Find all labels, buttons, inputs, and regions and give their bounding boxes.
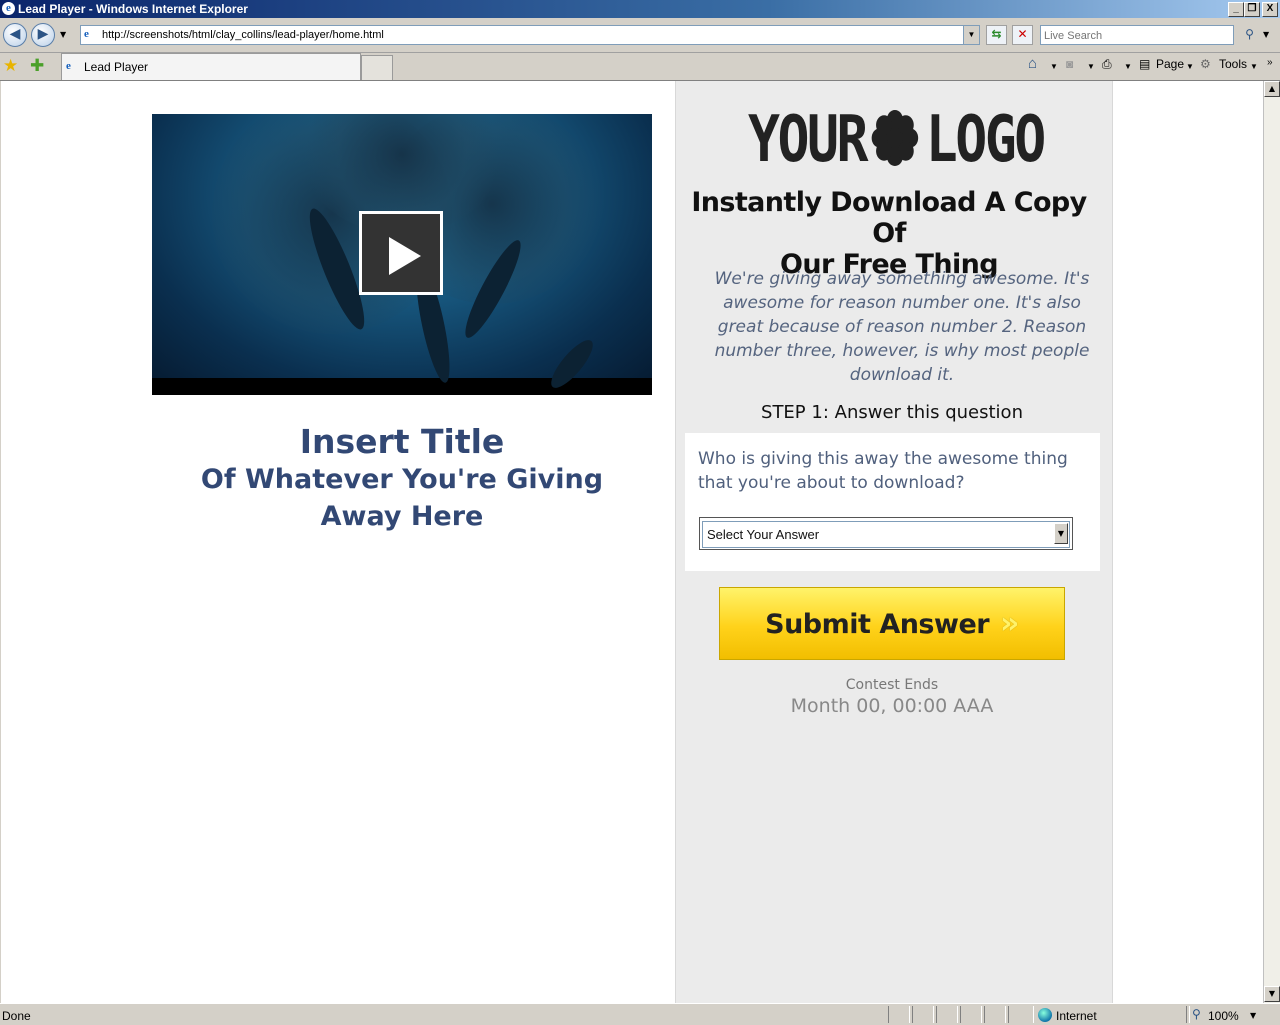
submit-answer-button[interactable]: Submit Answer » — [719, 587, 1065, 660]
video-player[interactable] — [152, 114, 652, 395]
address-bar[interactable]: e http://screenshots/html/clay_collins/l… — [80, 25, 980, 45]
stop-button[interactable]: ✕ — [1012, 25, 1033, 45]
status-bar: Done Internet ⚲ 100% ▼ — [0, 1003, 1280, 1025]
home-dropdown-icon[interactable]: ▼ — [1050, 62, 1058, 71]
back-button[interactable]: ◀ — [3, 23, 27, 47]
contest-end-date: Month 00, 00:00 AAA — [790, 695, 994, 717]
chevron-down-icon[interactable]: ▼ — [1054, 523, 1068, 544]
minimize-button[interactable]: _ — [1228, 2, 1244, 17]
page-viewport: YOUR LOGO Instantly Download A Copy Of Ou… — [1, 81, 1263, 1003]
offer-description: We're giving away something awesome. It'… — [714, 269, 1090, 385]
page-menu-icon: ▤ — [1139, 57, 1151, 71]
internet-globe-icon — [1038, 1008, 1052, 1022]
answer-select[interactable]: Select Your Answer ▼ — [699, 517, 1073, 550]
page-icon: e — [84, 28, 89, 40]
back-arrow-icon: ◀ — [9, 26, 21, 42]
status-text: Done — [2, 1009, 31, 1023]
headline-line-1: Instantly Download A Copy Of — [691, 187, 1087, 249]
giveaway-subtitle-line-1: Of Whatever You're Giving — [200, 464, 604, 495]
scroll-down-icon[interactable]: ▼ — [1264, 986, 1280, 1002]
favorites-star-icon[interactable]: ★ — [3, 56, 18, 76]
tools-menu-button[interactable]: Tools — [1219, 57, 1247, 71]
tab-bar: ★ ✚ e Lead Player ⌂ ▼ ◙ ▼ ⎙ ▼ ▤ Page ▼ ⚙… — [0, 53, 1280, 81]
recent-pages-dropdown-icon[interactable]: ▼ — [60, 30, 66, 39]
refresh-button[interactable]: ⇆ — [986, 25, 1007, 45]
step-label: STEP 1: Answer this question — [761, 402, 1023, 423]
logo: YOUR LOGO — [748, 103, 1046, 177]
zoom-level[interactable]: 100% — [1208, 1009, 1239, 1023]
answer-select-field[interactable]: Select Your Answer ▼ — [702, 521, 1070, 548]
forward-button[interactable]: ▶ — [31, 23, 55, 47]
ie-logo-icon: e — [2, 2, 15, 15]
answer-selected-value: Select Your Answer — [707, 527, 820, 542]
window-title-bar: e Lead Player - Windows Internet Explore… — [0, 0, 1280, 18]
tools-dropdown-icon[interactable]: ▼ — [1250, 62, 1258, 71]
search-input[interactable] — [1044, 29, 1224, 43]
double-chevron-icon: » — [999, 606, 1019, 641]
scroll-up-icon[interactable]: ▲ — [1264, 81, 1280, 97]
zoom-magnifier-icon: ⚲ — [1192, 1007, 1201, 1021]
question-text: Who is giving this away the awesome thin… — [698, 449, 1068, 493]
restore-button[interactable]: ❐ — [1244, 2, 1260, 17]
giveaway-subtitle-line-2: Away Here — [320, 501, 484, 532]
submit-label: Submit Answer — [765, 609, 990, 640]
flower-logo-icon — [871, 109, 919, 167]
question-box: Who is giving this away the awesome thin… — [685, 433, 1100, 571]
feeds-icon[interactable]: ◙ — [1066, 57, 1073, 71]
new-tab-button[interactable] — [361, 55, 393, 80]
optin-panel: YOUR LOGO Instantly Download A Copy Of Ou… — [675, 81, 1113, 1003]
security-zone: Internet — [1056, 1009, 1097, 1023]
zoom-dropdown-icon[interactable]: ▼ — [1250, 1011, 1256, 1020]
print-icon[interactable]: ⎙ — [1102, 57, 1112, 72]
tab-label: Lead Player — [84, 60, 149, 74]
page-menu-button[interactable]: Page — [1156, 57, 1184, 71]
vertical-scrollbar[interactable]: ▲ ▼ — [1263, 81, 1280, 1003]
close-window-button[interactable]: X — [1262, 2, 1278, 17]
add-favorites-icon[interactable]: ✚ — [30, 56, 44, 76]
contest-ends-label: Contest Ends — [845, 677, 939, 693]
tab-page-icon: e — [66, 60, 71, 72]
tab-lead-player[interactable]: e Lead Player — [61, 53, 361, 80]
search-options-dropdown-icon[interactable]: ▼ — [1263, 30, 1269, 39]
home-icon[interactable]: ⌂ — [1028, 55, 1037, 72]
window-title: Lead Player - Windows Internet Explorer — [18, 2, 248, 16]
feeds-dropdown-icon[interactable]: ▼ — [1087, 62, 1095, 71]
search-box[interactable] — [1040, 25, 1234, 45]
search-icon[interactable]: ⚲ — [1239, 25, 1260, 45]
forward-arrow-icon: ▶ — [37, 26, 49, 42]
play-button[interactable] — [359, 211, 443, 295]
address-dropdown-icon[interactable]: ▼ — [963, 26, 979, 44]
chevron-more-icon[interactable]: » — [1267, 57, 1273, 68]
logo-text-left: YOUR — [748, 103, 868, 177]
page-menu-dropdown-icon[interactable]: ▼ — [1186, 62, 1194, 71]
play-icon — [389, 237, 421, 275]
print-dropdown-icon[interactable]: ▼ — [1124, 62, 1132, 71]
address-url[interactable]: http://screenshots/html/clay_collins/lea… — [102, 29, 384, 41]
giveaway-title: Insert Title — [299, 422, 505, 461]
logo-text-right: LOGO — [925, 103, 1046, 177]
tools-gear-icon: ⚙ — [1200, 57, 1211, 71]
navigation-bar: ◀ ▶ ▼ e http://screenshots/html/clay_col… — [0, 18, 1280, 53]
